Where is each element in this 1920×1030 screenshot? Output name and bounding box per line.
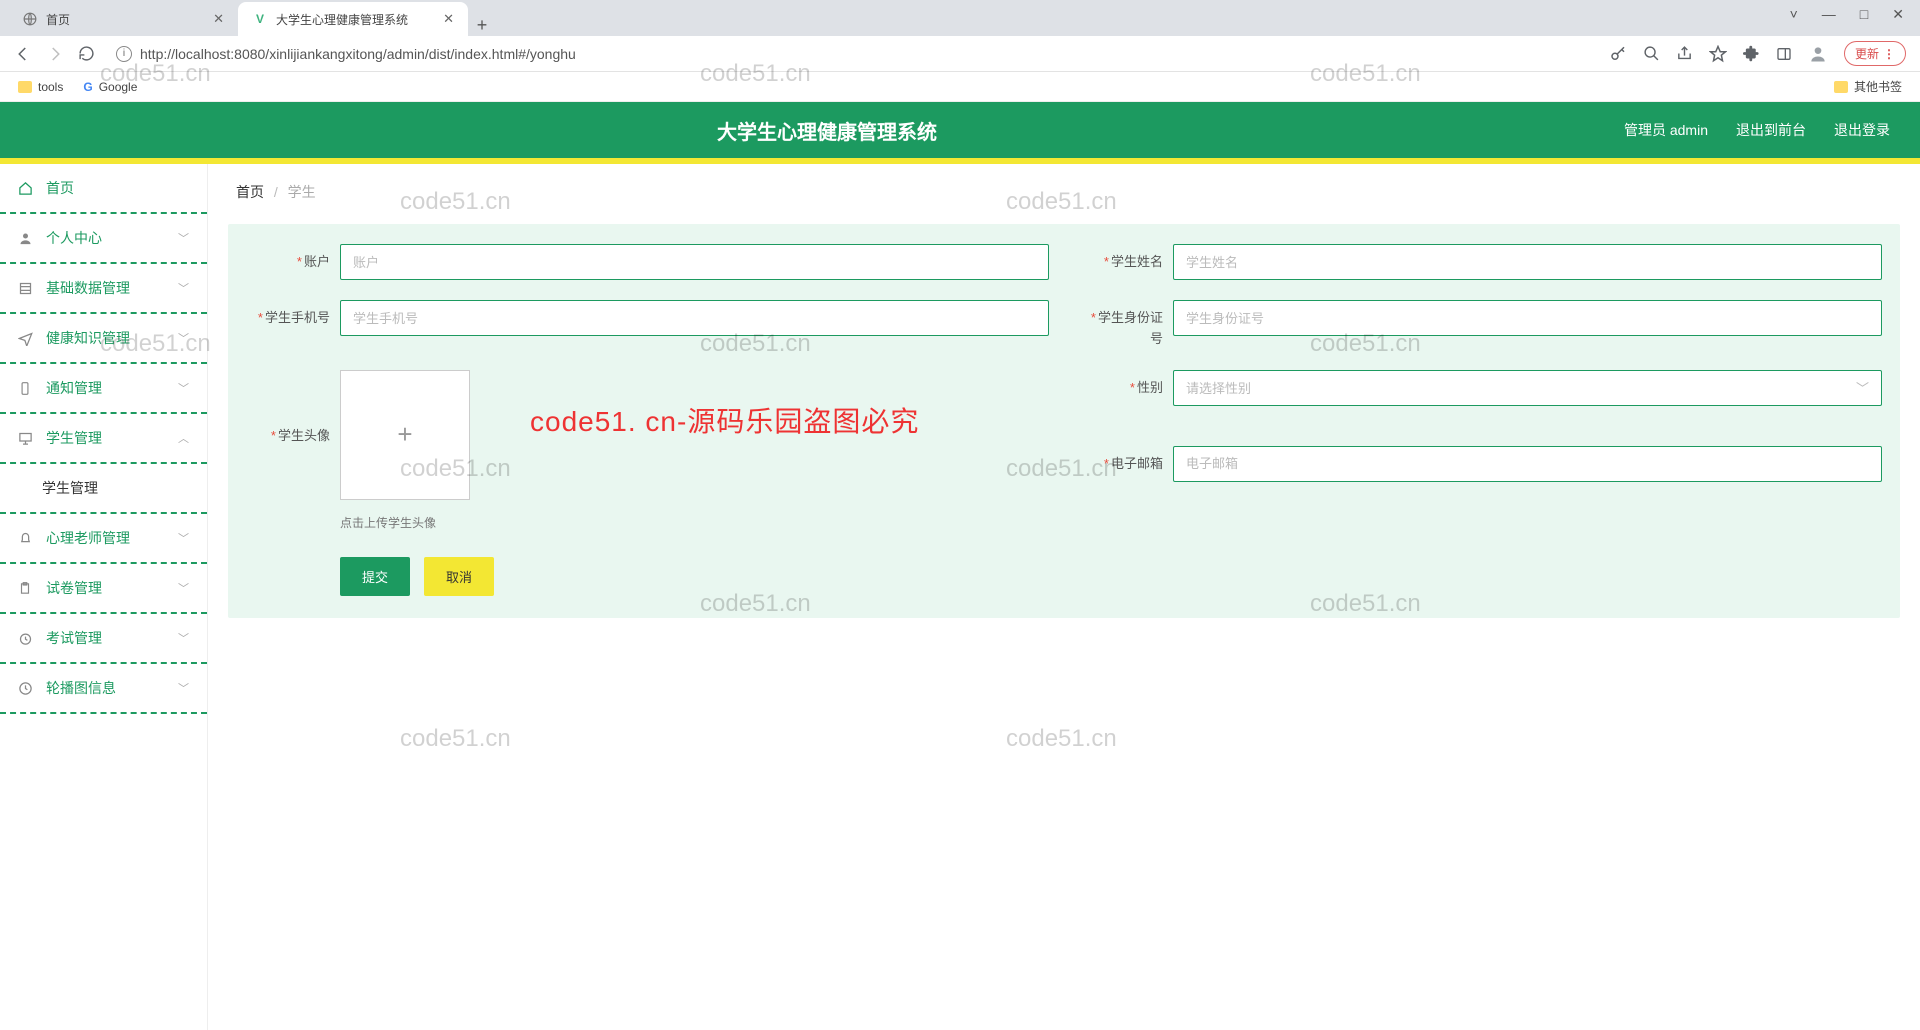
sidebar: 首页 个人中心 ﹀ 基础数据管理 ﹀ 健康知识管理 ﹀ 通知管理 ﹀ (0, 164, 208, 1030)
sidebar-item-notice[interactable]: 通知管理 ﹀ (0, 364, 207, 414)
vue-icon: V (252, 11, 268, 27)
chevron-down-icon: ﹀ (178, 680, 189, 696)
browser-tab-active[interactable]: V 大学生心理健康管理系统 ✕ (238, 2, 468, 36)
chevron-down-icon: ﹀ (178, 580, 189, 596)
main-content: 首页 / 学生 *账户 *学生姓名 *学生 (208, 164, 1920, 1030)
browser-tab[interactable]: 首页 ✕ (8, 2, 238, 36)
key-icon[interactable] (1609, 45, 1627, 63)
chevron-up-icon: ︿ (178, 430, 189, 446)
sidebar-item-teacher[interactable]: 心理老师管理 ﹀ (0, 514, 207, 564)
zoom-icon[interactable] (1643, 45, 1660, 62)
profile-icon[interactable] (1808, 44, 1828, 64)
image-icon (18, 681, 34, 696)
nav-reload-icon[interactable] (78, 45, 96, 62)
sidebar-item-carousel[interactable]: 轮播图信息 ﹀ (0, 664, 207, 714)
clipboard-icon (18, 581, 34, 596)
field-student-name: *学生姓名 (1079, 244, 1882, 280)
chevron-down-icon: ﹀ (178, 330, 189, 346)
field-email: *电子邮箱 (1079, 446, 1882, 482)
user-icon (18, 231, 34, 246)
data-icon (18, 281, 34, 296)
chevron-down-icon: ﹀ (1856, 378, 1869, 397)
folder-icon (1834, 81, 1848, 93)
chevron-down-icon: ﹀ (178, 530, 189, 546)
breadcrumb-home[interactable]: 首页 (236, 184, 264, 200)
bookmark-tools[interactable]: tools (18, 80, 63, 94)
app-header: 大学生心理健康管理系统 管理员 admin 退出到前台 退出登录 (0, 102, 1920, 158)
field-phone: *学生手机号 (246, 300, 1049, 336)
share-icon[interactable] (1676, 45, 1693, 62)
phone-input[interactable] (340, 300, 1049, 336)
chevron-down-icon: ﹀ (178, 380, 189, 396)
window-close-icon[interactable]: ✕ (1892, 6, 1904, 23)
panel-icon[interactable] (1776, 46, 1792, 62)
field-idno: *学生身份证号 (1079, 300, 1882, 350)
student-name-input[interactable] (1173, 244, 1882, 280)
google-icon: G (83, 80, 92, 94)
gender-select[interactable]: 请选择性别 ﹀ (1173, 370, 1882, 406)
phone-icon (18, 381, 34, 396)
chevron-down-icon: ﹀ (178, 280, 189, 296)
field-gender: *性别 请选择性别 ﹀ (1079, 370, 1882, 406)
breadcrumb-current: 学生 (288, 184, 316, 200)
app-title: 大学生心理健康管理系统 (30, 116, 1624, 145)
field-avatar: *学生头像 + 点击上传学生头像 (246, 370, 1049, 531)
site-info-icon[interactable]: i (116, 46, 132, 62)
close-icon[interactable]: ✕ (443, 11, 454, 27)
browser-addressbar: i http://localhost:8080/xinlijiankangxit… (0, 36, 1920, 72)
window-dropdown-icon[interactable]: ˅ (1790, 6, 1798, 23)
submit-button[interactable]: 提交 (340, 557, 410, 596)
extensions-icon[interactable] (1743, 45, 1760, 62)
globe-icon (22, 11, 38, 27)
logout-link[interactable]: 退出登录 (1834, 120, 1890, 140)
sidebar-item-paper[interactable]: 试卷管理 ﹀ (0, 564, 207, 614)
monitor-icon (18, 431, 34, 446)
sidebar-item-exam[interactable]: 考试管理 ﹀ (0, 614, 207, 664)
idno-input[interactable] (1173, 300, 1882, 336)
chevron-down-icon: ﹀ (178, 630, 189, 646)
send-icon (18, 331, 34, 346)
account-input[interactable] (340, 244, 1049, 280)
email-input[interactable] (1173, 446, 1882, 482)
bookmarks-bar: tools GGoogle 其他书签 (0, 72, 1920, 102)
bookmark-google[interactable]: GGoogle (83, 80, 137, 94)
tab-title: 首页 (46, 11, 70, 28)
close-icon[interactable]: ✕ (213, 11, 224, 27)
bookmark-other[interactable]: 其他书签 (1834, 78, 1902, 95)
tab-title: 大学生心理健康管理系统 (276, 11, 408, 28)
form-panel: *账户 *学生姓名 *学生手机号 *学生身份证号 (228, 224, 1900, 618)
window-controls: ˅ — □ ✕ (1790, 6, 1904, 23)
admin-label[interactable]: 管理员 admin (1624, 120, 1708, 140)
breadcrumb: 首页 / 学生 (208, 164, 1920, 210)
bell-icon (18, 531, 34, 546)
sidebar-item-health[interactable]: 健康知识管理 ﹀ (0, 314, 207, 364)
home-icon (18, 181, 34, 196)
nav-back-icon[interactable] (14, 45, 32, 63)
sidebar-item-profile[interactable]: 个人中心 ﹀ (0, 214, 207, 264)
nav-forward-icon[interactable] (46, 45, 64, 63)
sidebar-item-home[interactable]: 首页 (0, 164, 207, 214)
field-account: *账户 (246, 244, 1049, 280)
avatar-tip: 点击上传学生头像 (340, 514, 1049, 531)
clock-icon (18, 631, 34, 646)
avatar-upload[interactable]: + (340, 370, 470, 500)
breadcrumb-sep: / (274, 184, 278, 200)
update-button[interactable]: 更新⋮ (1844, 41, 1906, 66)
to-frontend-link[interactable]: 退出到前台 (1736, 120, 1806, 140)
sidebar-item-basedata[interactable]: 基础数据管理 ﹀ (0, 264, 207, 314)
cancel-button[interactable]: 取消 (424, 557, 494, 596)
url-display[interactable]: i http://localhost:8080/xinlijiankangxit… (110, 46, 1595, 62)
chevron-down-icon: ﹀ (178, 230, 189, 246)
plus-icon: + (397, 419, 412, 450)
sidebar-item-student[interactable]: 学生管理 ︿ (0, 414, 207, 464)
star-icon[interactable] (1709, 45, 1727, 63)
browser-tabbar: 首页 ✕ V 大学生心理健康管理系统 ✕ + ˅ — □ ✕ (0, 0, 1920, 36)
window-maximize-icon[interactable]: □ (1860, 6, 1868, 23)
folder-icon (18, 81, 32, 93)
window-minimize-icon[interactable]: — (1822, 6, 1836, 23)
new-tab-button[interactable]: + (468, 15, 496, 36)
sidebar-item-student-manage[interactable]: 学生管理 (0, 464, 207, 514)
